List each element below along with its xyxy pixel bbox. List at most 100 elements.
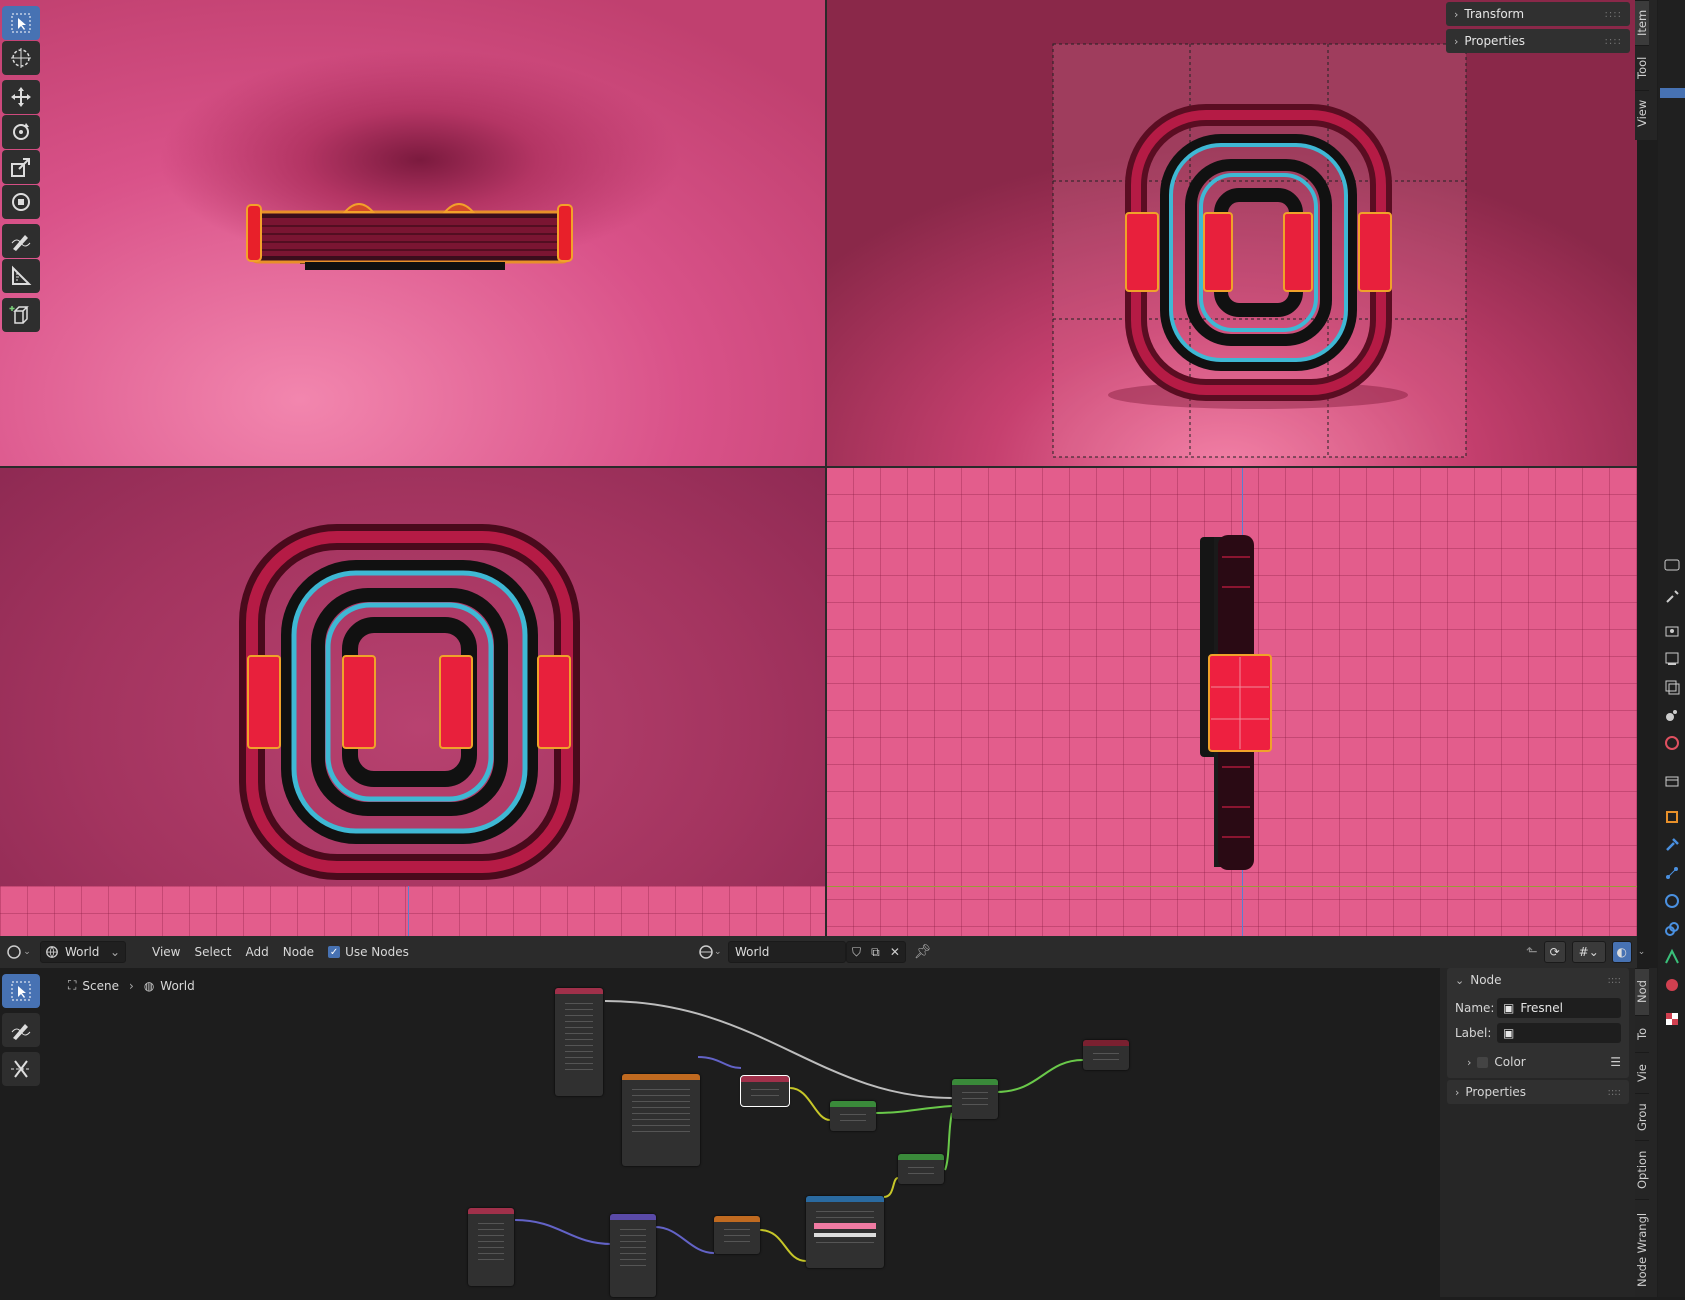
scene-icon[interactable] (1663, 706, 1681, 724)
scale-tool[interactable] (2, 150, 40, 184)
measure-tool[interactable] (2, 259, 40, 293)
viewport-top-left[interactable] (0, 0, 826, 467)
cursor-tool[interactable] (2, 41, 40, 75)
editor-type-button[interactable]: ⌄ (4, 941, 34, 963)
close-icon[interactable]: ✕ (890, 945, 900, 959)
node-section-header[interactable]: ⌄ Node :::: (1447, 968, 1629, 992)
drag-handle-icon[interactable]: :::: (1605, 36, 1622, 47)
annotate-tool[interactable] (2, 224, 40, 258)
select-box-icon (11, 981, 31, 1001)
annotate-icon (11, 235, 31, 251)
particles-icon[interactable] (1663, 864, 1681, 882)
material-icon[interactable] (1663, 976, 1681, 994)
viewport-camera[interactable] (826, 0, 1637, 467)
node-world-output[interactable] (1083, 1040, 1129, 1070)
snap-toggle-icon[interactable]: ⟳ (1543, 941, 1566, 963)
node-editor-canvas[interactable] (0, 968, 1637, 1297)
tool-settings-icon[interactable] (1663, 556, 1681, 574)
node-editor-header: ⌄ World ⌄ View Select Add Node ✓ Use Node… (0, 936, 1645, 968)
select-box-tool[interactable] (2, 6, 40, 40)
physics-icon[interactable] (1663, 892, 1681, 910)
node-mix-shader[interactable] (952, 1079, 998, 1119)
transform-tool[interactable] (2, 185, 40, 219)
cursor-icon (11, 48, 31, 68)
rotate-icon (13, 123, 29, 140)
transform-panel-header[interactable]: › Transform:::: (1446, 2, 1630, 26)
color-subpanel[interactable]: › Color ☰ (1467, 1055, 1621, 1069)
node-icon: ▣ (1503, 1026, 1515, 1040)
tab-view[interactable]: View (1635, 90, 1649, 135)
world-name-field[interactable]: World (728, 941, 846, 963)
object-icon[interactable] (1663, 808, 1681, 826)
output-icon[interactable] (1663, 650, 1681, 668)
tab-item[interactable]: Item (1635, 0, 1649, 45)
node-annotate-tool[interactable] (2, 1013, 40, 1047)
cut-links-icon (11, 1060, 31, 1078)
node-color-ramp[interactable] (806, 1196, 884, 1268)
properties-panel-header[interactable]: › Properties:::: (1446, 29, 1630, 53)
viewport-side[interactable] (826, 467, 1637, 936)
tab-node-wrangler[interactable]: Node Wrangl (1635, 1199, 1649, 1300)
menu-select[interactable]: Select (194, 945, 231, 959)
collection-icon[interactable] (1663, 772, 1681, 790)
shader-type-select[interactable]: World ⌄ (40, 941, 126, 963)
node-background-2[interactable] (898, 1154, 944, 1184)
tab-view[interactable]: Vie (1635, 1052, 1649, 1093)
node-label-field[interactable]: ▣ (1497, 1023, 1621, 1043)
links-cut-tool[interactable] (2, 1052, 40, 1086)
duplicate-icon[interactable]: ⧉ (871, 945, 880, 960)
viewport-divider-vertical[interactable] (825, 0, 827, 936)
world-icon[interactable] (1663, 734, 1681, 752)
data-icon[interactable] (1663, 948, 1681, 966)
color-ramp-gradient[interactable] (814, 1223, 876, 1229)
texture-icon[interactable] (1663, 1010, 1681, 1028)
drag-handle-icon[interactable]: :::: (1608, 975, 1621, 986)
snap-grid-icon[interactable]: #⌄ (1571, 941, 1606, 963)
node-icon: ▣ (1503, 1001, 1515, 1015)
node-name-field[interactable]: ▣ Fresnel (1497, 998, 1621, 1018)
menu-add[interactable]: Add (246, 945, 269, 959)
menu-view[interactable]: View (152, 945, 180, 959)
constraints-icon[interactable] (1663, 920, 1681, 938)
node-fresnel[interactable] (740, 1075, 790, 1107)
drag-handle-icon[interactable]: :::: (1605, 9, 1622, 20)
chevron-right-icon: › (1455, 1085, 1460, 1099)
world-browse-button[interactable]: ⌄ (698, 941, 728, 963)
viewport-front[interactable] (0, 467, 826, 936)
pin-icon[interactable]: 📌︎ (914, 944, 932, 960)
node-select-box-tool[interactable] (2, 974, 40, 1008)
node-sidebar-tabs: Nod To Vie Grou Option Node Wrangl (1635, 968, 1657, 1300)
node-properties-header[interactable]: › Properties :::: (1447, 1080, 1629, 1104)
add-cube-tool[interactable] (2, 298, 40, 332)
tool-icon[interactable] (1663, 588, 1681, 606)
tab-node[interactable]: Nod (1635, 968, 1649, 1015)
overlays-icon[interactable]: ◐ (1611, 941, 1632, 963)
list-icon[interactable]: ☰ (1610, 1055, 1621, 1069)
node-background-1[interactable] (830, 1101, 876, 1131)
view-layer-icon[interactable] (1663, 678, 1681, 696)
move-tool[interactable] (2, 80, 40, 114)
node-gradient-texture[interactable] (714, 1216, 760, 1254)
tab-tool[interactable]: Tool (1635, 45, 1649, 90)
chevron-down-icon[interactable]: ⌄ (1638, 947, 1646, 957)
parent-node-tree-icon[interactable]: ⬑ (1526, 944, 1538, 960)
chevron-right-icon: › (1467, 1055, 1472, 1069)
drag-handle-icon[interactable]: :::: (1608, 1087, 1621, 1098)
editor-type-icon (7, 945, 21, 959)
modifier-icon[interactable] (1663, 836, 1681, 854)
menu-node[interactable]: Node (283, 945, 314, 959)
color-checkbox[interactable] (1477, 1056, 1489, 1068)
tab-tool[interactable]: To (1635, 1015, 1649, 1052)
tab-options[interactable]: Option (1635, 1140, 1649, 1199)
node-texture-coordinate[interactable] (468, 1208, 514, 1286)
grid-axis-line (408, 886, 409, 936)
fake-user-shield-icon[interactable]: ⛉ (852, 945, 861, 960)
rotate-tool[interactable] (2, 115, 40, 149)
render-icon[interactable] (1663, 622, 1681, 640)
node-mapping[interactable] (610, 1214, 656, 1297)
use-nodes-checkbox[interactable]: ✓ Use Nodes (328, 945, 409, 959)
viewport-divider-horizontal[interactable] (0, 466, 1637, 468)
tab-group[interactable]: Grou (1635, 1093, 1649, 1140)
node-light-path[interactable] (555, 988, 603, 1096)
node-environment-texture[interactable] (622, 1074, 700, 1166)
